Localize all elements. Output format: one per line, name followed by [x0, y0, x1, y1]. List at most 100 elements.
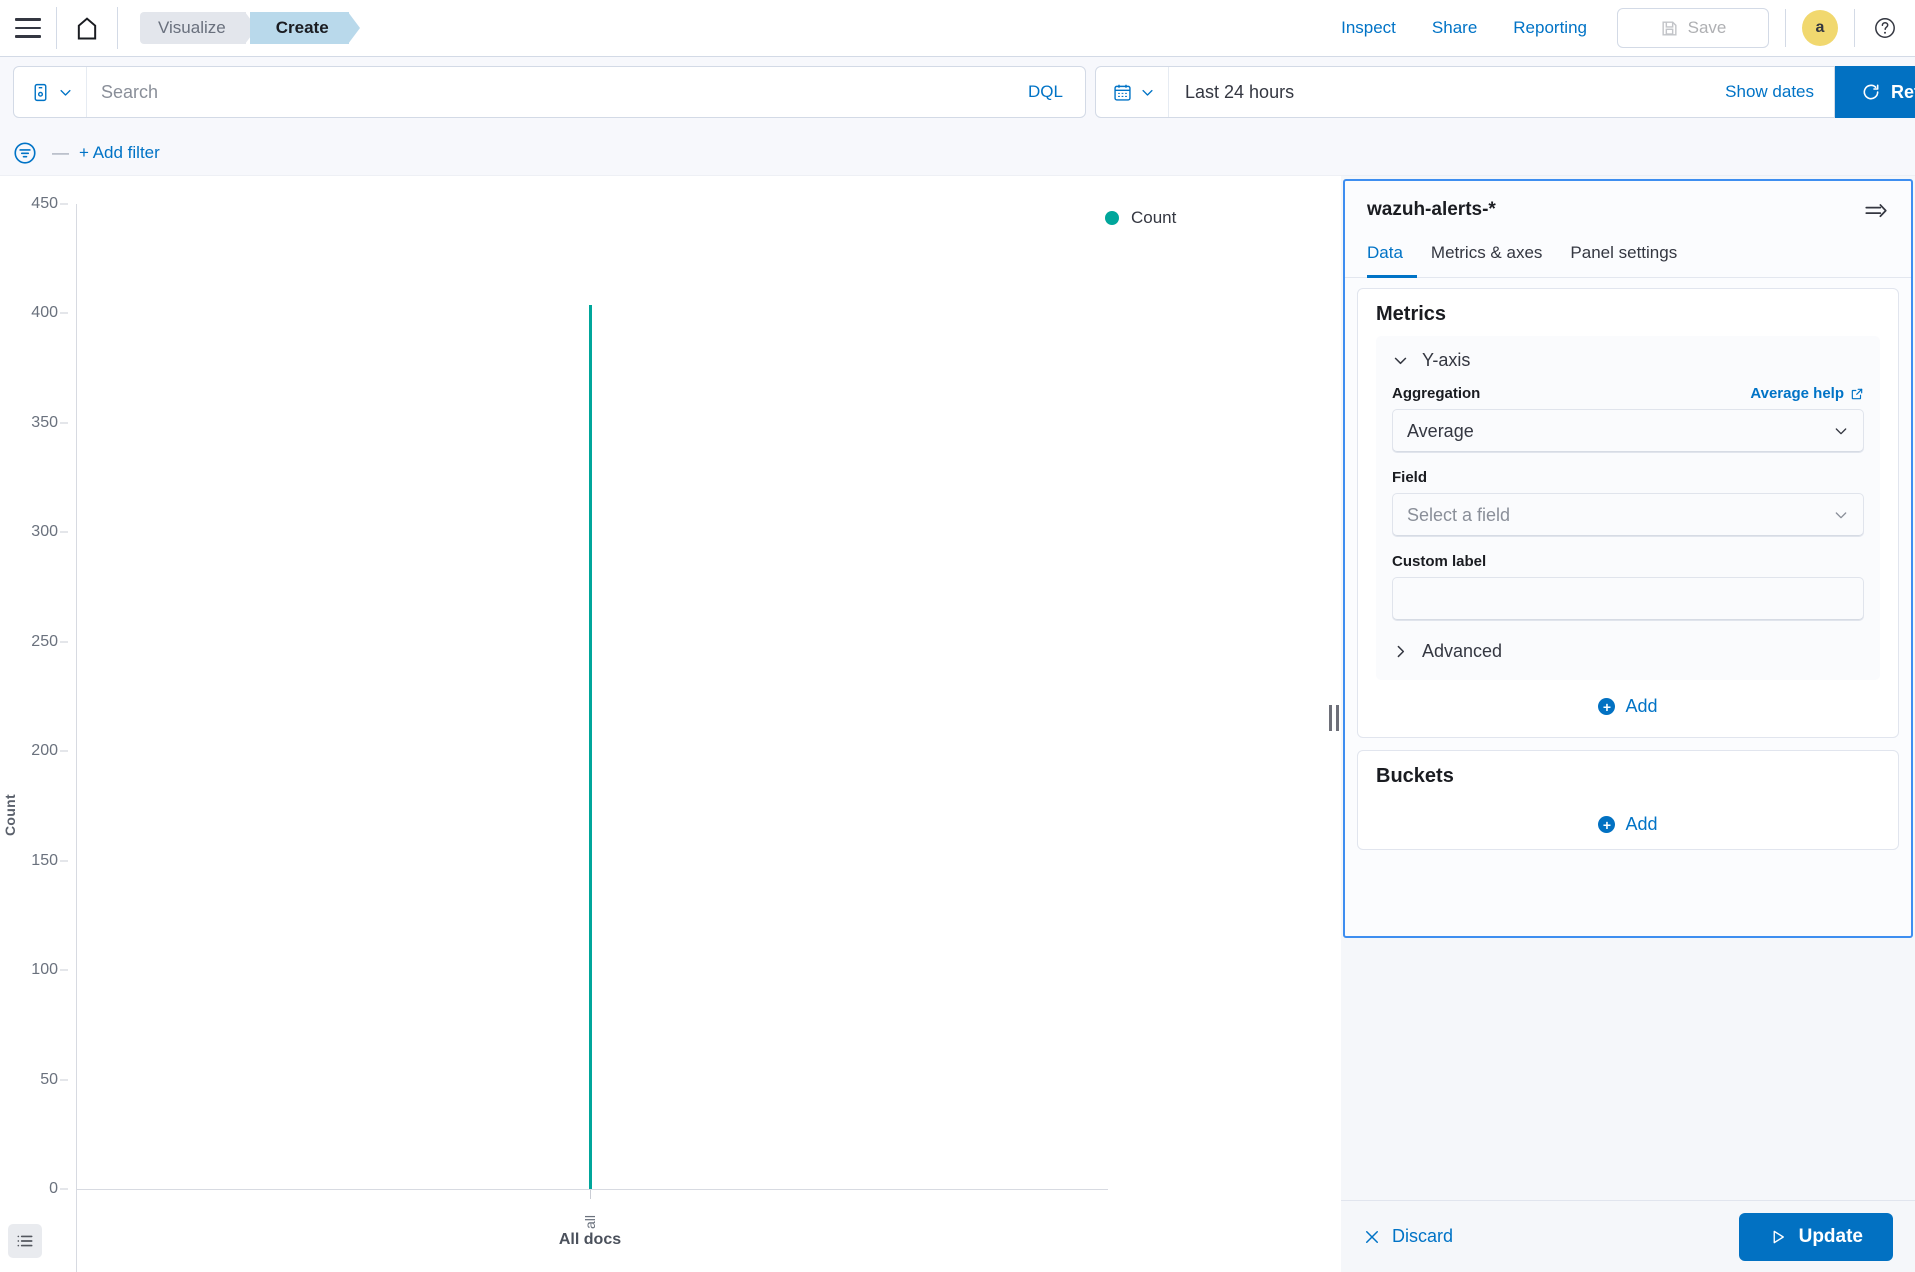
y-axis-tick-label: 450: [31, 195, 58, 212]
legend-color-swatch-count[interactable]: [1105, 211, 1119, 225]
top-navigation-bar: Visualize Create Inspect Share Reporting…: [0, 0, 1915, 57]
y-axis-tick-mark: [60, 1079, 68, 1081]
y-axis-line: [76, 204, 77, 1272]
aggregation-help-link[interactable]: Average help: [1750, 385, 1864, 402]
tab-data[interactable]: Data: [1367, 235, 1417, 278]
x-axis-title: All docs: [558, 1231, 622, 1248]
search-input[interactable]: [87, 67, 1007, 117]
avatar-initial: a: [1815, 19, 1825, 36]
y-axis-tick-mark: [60, 969, 68, 971]
y-axis-accordion[interactable]: Y-axis: [1392, 350, 1864, 385]
discard-button[interactable]: Discard: [1363, 1226, 1453, 1247]
y-axis-tick-label: 50: [40, 1070, 58, 1088]
date-picker: Last 24 hours Show dates: [1095, 66, 1835, 118]
breadcrumb-visualize-label: Visualize: [158, 18, 226, 37]
panel-resize-handle[interactable]: [1327, 700, 1341, 736]
save-button[interactable]: Save: [1617, 8, 1769, 48]
aggregation-select-value: Average: [1407, 420, 1474, 441]
search-bar: DQL: [13, 66, 1086, 118]
y-axis-tick-label: 150: [31, 851, 58, 869]
custom-label-row: Custom label: [1392, 553, 1864, 570]
y-axis-ticks: 0 50 100 150 200 250 300 350 400 450: [0, 176, 76, 1197]
filter-circle-icon[interactable]: [12, 139, 40, 167]
discard-button-label: Discard: [1392, 1226, 1454, 1246]
save-disk-icon: [1662, 20, 1677, 36]
close-icon: [1366, 1230, 1378, 1243]
editor-content: wazuh-alerts-* Data Metrics & axes Panel…: [1343, 179, 1913, 938]
y-axis-tick-label: 350: [31, 413, 58, 431]
editor-footer: Discard Update: [1341, 1200, 1915, 1272]
update-button[interactable]: Update: [1738, 1212, 1893, 1261]
metrics-add-button[interactable]: + Add: [1376, 680, 1880, 721]
y-axis-tick-label: 400: [31, 304, 58, 322]
tab-metrics-and-axes[interactable]: Metrics & axes: [1417, 235, 1556, 278]
y-axis-tick-mark: [60, 312, 68, 314]
reporting-button[interactable]: Reporting: [1495, 18, 1605, 38]
y-axis-tick-label: 200: [31, 742, 58, 760]
breadcrumb-item-create[interactable]: Create: [249, 12, 360, 44]
date-range-value[interactable]: Last 24 hours: [1169, 82, 1725, 103]
y-axis-tick-label: 300: [31, 523, 58, 541]
collapse-panel-icon[interactable]: [1863, 199, 1889, 225]
nav-left-group: Visualize Create: [0, 0, 360, 56]
chevron-right-icon: [1397, 645, 1405, 658]
y-axis-aggregation-group: Y-axis Aggregation Average help Average …: [1376, 336, 1880, 680]
tab-panel-settings[interactable]: Panel settings: [1556, 235, 1691, 278]
avatar[interactable]: a: [1802, 10, 1838, 46]
y-axis-tick-label: 100: [31, 961, 58, 979]
nav-right-group: Inspect Share Reporting Save a: [1323, 8, 1915, 48]
y-axis-tick-mark: [60, 750, 68, 752]
y-axis-accordion-label: Y-axis: [1422, 350, 1471, 370]
y-axis-tick-mark: [60, 860, 68, 862]
x-axis-line: [76, 1189, 1108, 1190]
field-select[interactable]: Select a field: [1392, 493, 1864, 537]
show-dates-button[interactable]: Show dates: [1725, 82, 1834, 102]
chevron-down-icon: [1835, 512, 1847, 519]
y-axis-tick-mark: [60, 641, 68, 643]
home-icon[interactable]: [57, 0, 117, 56]
y-axis-tick-label: 0: [49, 1180, 58, 1197]
buckets-add-label: Add: [1625, 814, 1658, 834]
help-icon[interactable]: [1871, 14, 1899, 42]
inspect-button[interactable]: Inspect: [1323, 18, 1414, 38]
save-button-label: Save: [1687, 18, 1727, 37]
field-select-placeholder: Select a field: [1407, 504, 1511, 525]
custom-label-label: Custom label: [1392, 553, 1487, 570]
editor-tabs: Data Metrics & axes Panel settings: [1345, 225, 1911, 278]
plus-circle-icon: +: [1598, 698, 1616, 715]
chevron-down-icon: [1835, 428, 1847, 435]
legend-label-count[interactable]: Count: [1131, 208, 1176, 228]
share-button[interactable]: Share: [1414, 18, 1495, 38]
play-icon: [1773, 1230, 1784, 1243]
metrics-section-title: Metrics: [1376, 303, 1447, 325]
plus-circle-icon: +: [1598, 816, 1616, 833]
hamburger-menu-icon[interactable]: [0, 0, 56, 56]
refresh-icon: [1863, 84, 1879, 100]
chart-legend: Count: [1105, 208, 1176, 228]
list-table-icon[interactable]: [8, 1224, 42, 1258]
buckets-add-button[interactable]: + Add: [1376, 798, 1880, 839]
y-axis-tick-mark: [60, 203, 68, 205]
add-filter-button[interactable]: + Add filter: [79, 143, 160, 163]
index-pattern-title: wazuh-alerts-*: [1367, 199, 1496, 220]
query-language-button[interactable]: DQL: [1006, 82, 1085, 102]
advanced-accordion[interactable]: Advanced: [1392, 637, 1864, 662]
saved-query-button[interactable]: [14, 67, 87, 117]
update-button-label: Update: [1798, 1225, 1863, 1247]
advanced-accordion-label: Advanced: [1422, 641, 1503, 661]
query-bar: DQL Last 24 hours Show dates Refresh: [0, 57, 1915, 131]
breadcrumb-item-visualize[interactable]: Visualize: [140, 12, 257, 44]
bar-all-docs[interactable]: [589, 304, 592, 1189]
visualization-editor-panel: wazuh-alerts-* Data Metrics & axes Panel…: [1341, 176, 1915, 1272]
breadcrumb-create-label: Create: [275, 18, 329, 37]
y-axis-tick-label: 250: [31, 632, 58, 650]
visualization-chart: Count Count 0 50 100 150 200 250 300 350 400 450 …: [0, 176, 1337, 1272]
aggregation-select[interactable]: Average: [1392, 409, 1864, 453]
refresh-button[interactable]: Refresh: [1835, 66, 1915, 118]
chevron-down-icon: [60, 89, 71, 96]
editor-header: wazuh-alerts-*: [1345, 181, 1911, 225]
y-axis-tick-mark: [60, 1188, 68, 1190]
date-quick-select-button[interactable]: [1096, 67, 1169, 117]
field-label-row: Field: [1392, 469, 1864, 486]
custom-label-input[interactable]: [1392, 577, 1864, 621]
